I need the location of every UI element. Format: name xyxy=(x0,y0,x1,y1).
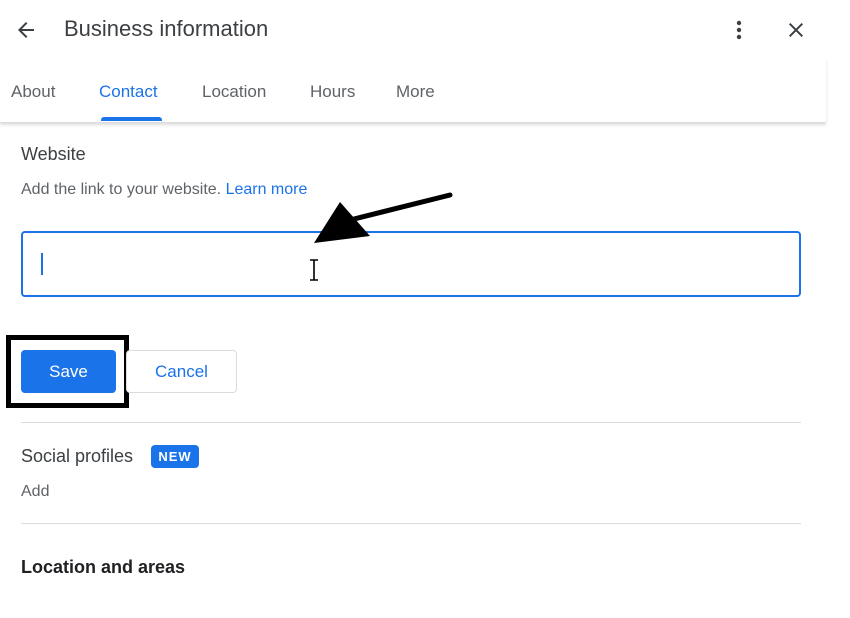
more-options-button[interactable] xyxy=(722,12,756,48)
location-areas-title[interactable]: Location and areas xyxy=(21,557,185,578)
more-vert-icon xyxy=(736,20,742,40)
tab-more[interactable]: More xyxy=(396,82,435,102)
new-badge: NEW xyxy=(151,445,199,468)
text-caret xyxy=(41,253,43,275)
page-title: Business information xyxy=(64,16,269,41)
social-profiles-title: Social profiles xyxy=(21,446,134,466)
tab-hours[interactable]: Hours xyxy=(310,82,355,102)
tab-location[interactable]: Location xyxy=(202,82,266,102)
helper-text: Add the link to your website. xyxy=(21,181,222,198)
close-button[interactable] xyxy=(778,12,814,48)
back-button[interactable] xyxy=(8,12,44,48)
arrow-left-icon xyxy=(18,22,34,38)
cancel-button[interactable]: Cancel xyxy=(126,350,237,393)
tab-contact[interactable]: Contact xyxy=(99,82,158,102)
active-tab-indicator xyxy=(101,117,162,121)
section-divider xyxy=(21,422,801,423)
website-section-title: Website xyxy=(21,144,86,164)
close-icon xyxy=(789,23,803,37)
annotation-arrow-icon xyxy=(314,192,453,243)
learn-more-link[interactable]: Learn more xyxy=(226,181,308,198)
dialog-header: Business information xyxy=(0,0,826,60)
text-cursor-icon xyxy=(310,258,318,282)
tab-about[interactable]: About xyxy=(11,82,55,102)
add-social-profile-link[interactable]: Add xyxy=(21,483,49,501)
tab-bar: About Contact Location Hours More xyxy=(0,60,826,123)
save-button[interactable]: Save xyxy=(21,350,116,393)
website-helper-text: Add the link to your website. Learn more xyxy=(21,181,307,199)
section-divider-2 xyxy=(21,523,801,524)
